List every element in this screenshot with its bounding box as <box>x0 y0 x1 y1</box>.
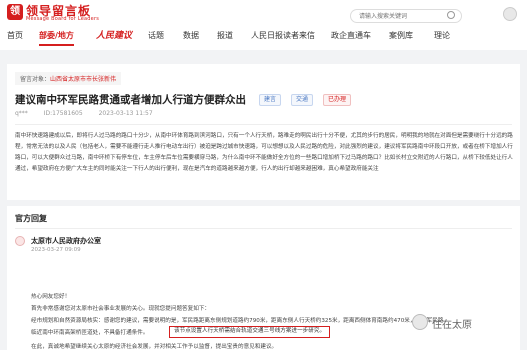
nav-case-library[interactable]: 案例库 <box>389 28 413 44</box>
nav-people-suggestion[interactable]: 人民建议 <box>96 28 132 44</box>
reply-paragraph-2: 经市规划和自然资源局核实：感谢您的建议，需要说明的是，军民路距离东侧规划道路约7… <box>31 318 444 324</box>
user-avatar[interactable] <box>503 7 517 21</box>
reply-greeting: 热心网友您好！ <box>31 294 71 300</box>
author-name: q*** <box>15 110 28 117</box>
logo-icon[interactable]: 领 <box>7 4 23 20</box>
card-divider <box>15 124 512 125</box>
nav-gov-enterprise[interactable]: 政企直通车 <box>331 28 371 44</box>
nav-reports[interactable]: 报道 <box>217 28 233 44</box>
wechat-account-icon <box>412 314 428 330</box>
message-card: 留言对象：山西省太原市市长张新伟 建议南中环军民路贯通或者增加人行道方便群众出 … <box>7 64 520 200</box>
message-target-label: 留言对象： <box>20 76 51 83</box>
top-header: 领 领导留言板 Message Board for Leaders 首页 部委/… <box>0 0 527 50</box>
main-nav: 首页 部委/地方 人民建议 话题 数据 报道 人民日报读者来信 政企直通车 案例… <box>0 28 527 48</box>
nav-theory[interactable]: 理论 <box>434 28 450 44</box>
nav-home[interactable]: 首页 <box>7 28 23 44</box>
nav-ministries-local[interactable]: 部委/地方 <box>39 28 74 46</box>
tag-traffic[interactable]: 交通 <box>291 94 314 106</box>
message-meta: q*** ID:17581605 2023-03-13 11:57 <box>15 110 153 117</box>
reply-paragraph-4: 在此，真诚地希望继续关心太原的经济社会发展，并对相关工作予以监督，提出宝贵的意见… <box>31 344 278 350</box>
reply-department: 太原市人民政府办公室 <box>31 237 101 245</box>
tag-suggestion[interactable]: 建言 <box>259 94 282 106</box>
reply-paragraph-3: 临近南中环南高架桥匝道处，不具备打通条件。 <box>31 330 149 336</box>
government-emblem-icon <box>15 236 25 246</box>
nav-data[interactable]: 数据 <box>183 28 199 44</box>
search-input[interactable] <box>350 9 462 23</box>
message-target-link[interactable]: 山西省太原市市长张新伟 <box>50 76 116 83</box>
message-date: 2023-03-13 11:57 <box>98 110 153 117</box>
message-id: ID:17581605 <box>43 110 83 117</box>
nav-topics[interactable]: 话题 <box>148 28 164 44</box>
message-title: 建议南中环军民路贯通或者增加人行道方便群众出 <box>15 94 246 106</box>
site-logo-subtitle: Message Board for Leaders <box>26 16 100 22</box>
reply-heading: 官方回复 <box>15 214 47 223</box>
watermark-text: 住在太原 <box>432 320 472 331</box>
search-icon[interactable] <box>447 11 455 19</box>
message-target: 留言对象：山西省太原市市长张新伟 <box>15 72 122 85</box>
reply-paragraph-1: 首先非常感谢您对太原市社会事业发展的关心。现就您提问题答复如下： <box>31 306 211 312</box>
nav-reader-letters[interactable]: 人民日报读者来信 <box>251 28 315 44</box>
highlighted-reply-sentence: 该节点设置人行天桥需结合轨道交通三号线方案进一步研究。 <box>169 326 331 338</box>
status-badge: 已办理 <box>323 94 352 106</box>
reply-divider <box>15 228 512 229</box>
reply-date: 2023-03-27 09:09 <box>31 247 81 253</box>
message-body: 南中环快速路建成以后，即将行人过马路的路口十分少，从南中环体育路到滨河路口，只有… <box>15 133 513 172</box>
